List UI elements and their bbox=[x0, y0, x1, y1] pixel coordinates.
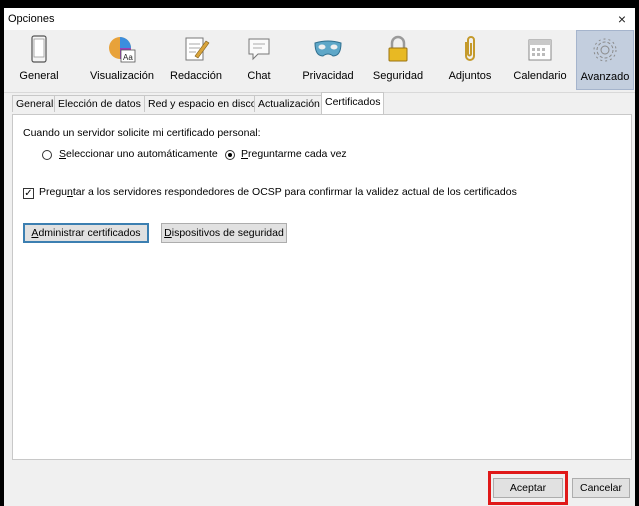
tab-certificates[interactable]: Certificados bbox=[321, 92, 385, 114]
cert-request-label: Cuando un servidor solicite mi certifica… bbox=[23, 127, 261, 139]
toolbar-privacy[interactable]: Privacidad bbox=[296, 30, 360, 90]
tab-update[interactable]: Actualización bbox=[254, 95, 324, 112]
phone-icon bbox=[31, 35, 47, 63]
svg-text:Aa: Aa bbox=[123, 53, 133, 62]
close-icon[interactable]: × bbox=[611, 9, 633, 29]
lock-icon bbox=[388, 35, 408, 62]
title-bar: Opciones × bbox=[4, 8, 635, 30]
toolbar-calendar[interactable]: Calendario bbox=[508, 30, 572, 90]
options-window: Opciones × General Aa Visualización Reda… bbox=[4, 8, 635, 506]
mask-icon bbox=[314, 40, 342, 57]
radio-select-automatically[interactable] bbox=[42, 150, 52, 160]
tab-network[interactable]: Red y espacio en disco bbox=[144, 95, 261, 112]
toolbar-security[interactable]: Seguridad bbox=[366, 30, 430, 90]
category-toolbar: General Aa Visualización Redacción Chat … bbox=[4, 30, 635, 93]
radio-ask-label: Preguntarme cada vez bbox=[241, 148, 347, 160]
certificates-panel: Cuando un servidor solicite mi certifica… bbox=[12, 114, 632, 460]
display-icon: Aa bbox=[109, 37, 136, 63]
calendar-icon bbox=[528, 39, 552, 61]
toolbar-display[interactable]: Aa Visualización bbox=[82, 30, 162, 90]
tab-general[interactable]: General bbox=[12, 95, 58, 112]
toolbar-compose[interactable]: Redacción bbox=[162, 30, 230, 90]
security-devices-button[interactable]: Dispositivos de seguridad bbox=[161, 223, 287, 243]
window-title: Opciones bbox=[8, 13, 55, 25]
radio-ask-every-time[interactable] bbox=[225, 150, 235, 160]
radio-auto-label: Seleccionar uno automáticamente bbox=[59, 148, 218, 160]
toolbar-chat[interactable]: Chat bbox=[234, 30, 284, 90]
gear-icon bbox=[593, 38, 617, 62]
toolbar-general[interactable]: General bbox=[8, 30, 70, 90]
toolbar-attachments[interactable]: Adjuntos bbox=[440, 30, 500, 90]
cancel-button[interactable]: Cancelar bbox=[572, 478, 630, 498]
highlight-box bbox=[488, 471, 568, 505]
paperclip-icon bbox=[465, 36, 475, 61]
ocsp-label: Preguntar a los servidores respondedores… bbox=[39, 186, 517, 198]
ocsp-checkbox[interactable]: ✓ bbox=[23, 188, 34, 199]
compose-icon bbox=[185, 37, 210, 61]
chat-icon bbox=[248, 38, 270, 61]
tab-data-choices[interactable]: Elección de datos bbox=[54, 95, 145, 112]
toolbar-advanced[interactable]: Avanzado bbox=[576, 30, 634, 90]
manage-certificates-button[interactable]: Administrar certificados bbox=[23, 223, 149, 243]
